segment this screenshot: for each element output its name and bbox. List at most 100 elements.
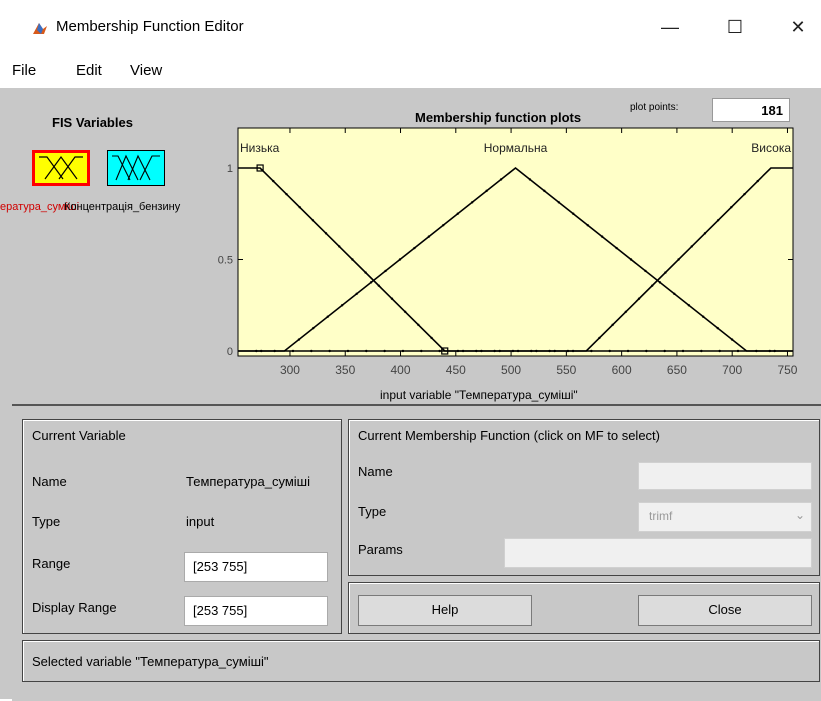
mf-type-label: Type: [358, 504, 387, 519]
mf-glyph-icon: [112, 154, 160, 181]
y-tick-label: 1: [227, 163, 233, 175]
mf-point: [608, 349, 611, 353]
menu-edit[interactable]: Edit: [76, 62, 102, 79]
mf-point: [470, 201, 474, 204]
mf-point: [543, 189, 546, 193]
mf-point: [291, 349, 295, 353]
fis-variable-concentration[interactable]: [107, 150, 165, 186]
mf-point: [364, 271, 367, 274]
mf-point: [328, 349, 331, 353]
mf-point: [351, 258, 354, 261]
mf-point: [420, 349, 423, 353]
mf-point: [664, 271, 667, 274]
mf-point: [485, 189, 488, 193]
fis-variable-temperature[interactable]: [32, 150, 90, 186]
type-label: Type: [32, 514, 61, 529]
x-tick-label: 600: [612, 363, 632, 377]
mf-point: [438, 349, 441, 353]
mf-point: [598, 336, 601, 340]
display-range-input[interactable]: [253 755]: [184, 596, 328, 626]
mf-point: [272, 179, 275, 183]
y-tick-label: 0: [227, 346, 233, 358]
mf-point: [430, 336, 433, 340]
close-button[interactable]: Close: [638, 595, 812, 626]
menu-file[interactable]: File: [12, 62, 36, 79]
minimize-button[interactable]: —: [655, 14, 685, 40]
mf-point: [324, 232, 328, 235]
variable-type-value: input: [186, 514, 215, 529]
mf-point: [743, 192, 746, 196]
mf-point: [442, 223, 445, 227]
mf-params-input[interactable]: [504, 538, 812, 568]
mf-label-0: Низька: [240, 141, 280, 155]
mf-point: [297, 338, 301, 341]
mf-point: [637, 297, 641, 300]
maximize-button[interactable]: ☐: [720, 14, 750, 40]
mf-point: [530, 349, 533, 353]
mf-type-select[interactable]: trimf ⌄: [638, 502, 812, 532]
mf-point: [586, 223, 589, 227]
mf-label-2: Висока: [751, 141, 791, 155]
window-title: Membership Function Editor: [56, 18, 244, 35]
mf-glyph-icon: [39, 155, 83, 180]
mf-point: [566, 349, 570, 353]
mf-point: [255, 349, 258, 353]
mf-point: [700, 349, 703, 353]
mf-point: [298, 206, 301, 209]
mf-point: [403, 310, 407, 313]
mf-point: [383, 349, 386, 353]
mf-point: [456, 212, 459, 215]
mf-point: [716, 219, 720, 222]
x-tick-label: 500: [501, 363, 521, 377]
mf-type-value: trimf: [649, 509, 673, 523]
mf-point: [369, 281, 373, 284]
mf-point: [626, 349, 630, 353]
plot-points-input[interactable]: 181: [712, 98, 790, 122]
mf-name-input[interactable]: [638, 462, 812, 490]
mf-point: [677, 258, 680, 261]
mf-point: [611, 323, 614, 327]
fis-variable-name-concentration: Концентрація_бензину: [64, 201, 181, 213]
status-text: Selected variable "Температура_суміші": [32, 654, 269, 669]
menu-view[interactable]: View: [130, 62, 162, 79]
mf-point: [499, 178, 503, 181]
close-window-button[interactable]: ✕: [783, 14, 813, 40]
x-tick-label: 400: [391, 363, 411, 377]
mf-point: [730, 206, 733, 209]
mf-point: [413, 246, 416, 250]
x-tick-label: 700: [722, 363, 742, 377]
mf-point: [511, 349, 515, 353]
help-button[interactable]: Help: [358, 595, 532, 626]
mf-point: [398, 258, 402, 261]
membership-function-plot[interactable]: 300 350 400 450 500 550 600 650 700 750 0 0.5 1 Низьк…: [200, 125, 810, 387]
mf-point: [768, 349, 771, 353]
mf-point: [690, 245, 693, 248]
mf-point: [615, 246, 618, 250]
current-variable-header: Current Variable: [32, 428, 126, 443]
mf-point: [493, 349, 496, 353]
mf-point: [650, 284, 654, 287]
display-range-label: Display Range: [32, 600, 117, 615]
range-input[interactable]: [253 755]: [184, 552, 328, 582]
mf-point: [310, 349, 313, 353]
menu-bar: [0, 56, 821, 89]
x-tick-label: 450: [446, 363, 466, 377]
mf-point: [557, 201, 561, 204]
plot-title: Membership function plots: [415, 110, 582, 125]
mf-point: [600, 235, 604, 238]
mf-point: [687, 304, 690, 307]
mf-point: [338, 245, 341, 248]
range-label: Range: [32, 556, 71, 571]
x-tick-label: 300: [280, 363, 300, 377]
mf-point: [311, 219, 315, 222]
chevron-down-icon: ⌄: [794, 508, 805, 522]
mf-point: [326, 315, 329, 318]
mf-point: [736, 349, 740, 353]
mf-point: [456, 349, 460, 353]
mf-point: [312, 326, 315, 330]
mf-point: [624, 310, 628, 313]
x-tick-label: 650: [667, 363, 687, 377]
mf-point: [629, 258, 633, 261]
mf-point: [644, 269, 647, 273]
mf-point: [658, 281, 662, 284]
